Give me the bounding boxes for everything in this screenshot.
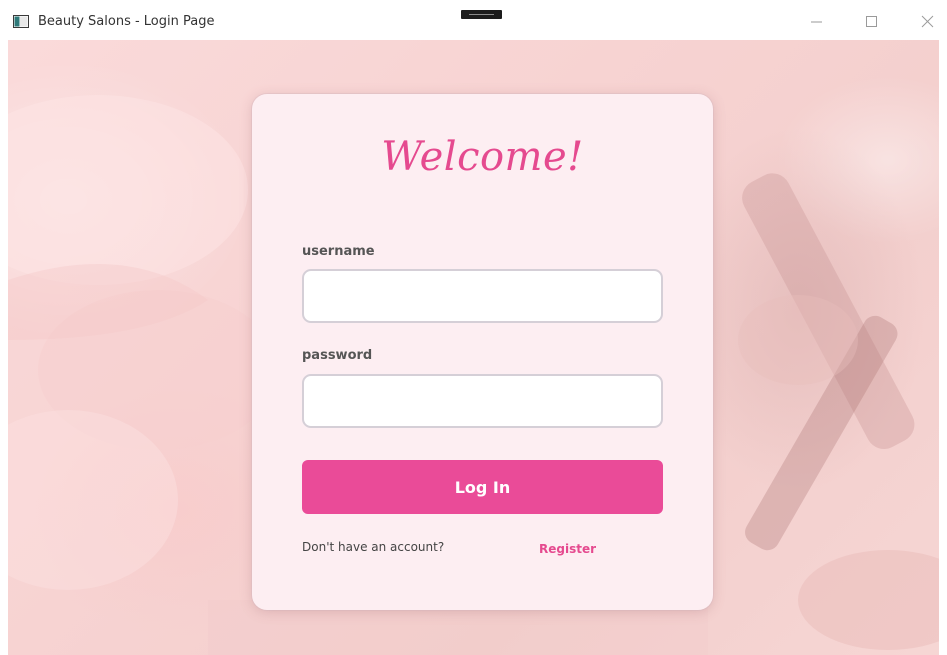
username-input[interactable] [302, 269, 663, 323]
app-icon [13, 15, 29, 28]
close-button[interactable] [918, 12, 938, 32]
login-card: Welcome! username password Log In Don't … [252, 94, 713, 610]
close-icon [921, 15, 934, 28]
minimize-icon [811, 21, 822, 23]
password-input[interactable] [302, 374, 663, 428]
minimize-button[interactable] [807, 12, 827, 32]
no-account-text: Don't have an account? [302, 540, 445, 554]
window-content: Welcome! username password Log In Don't … [8, 40, 939, 655]
window-title: Beauty Salons - Login Page [38, 14, 215, 29]
maximize-icon [866, 16, 877, 27]
password-label: password [302, 348, 373, 363]
login-button[interactable]: Log In [302, 460, 663, 514]
drag-handle[interactable] [461, 10, 502, 19]
title-bar[interactable]: Beauty Salons - Login Page [0, 0, 947, 40]
username-label: username [302, 244, 375, 259]
maximize-button[interactable] [862, 12, 882, 32]
welcome-heading: Welcome! [381, 134, 584, 180]
register-link[interactable]: Register [539, 542, 596, 556]
